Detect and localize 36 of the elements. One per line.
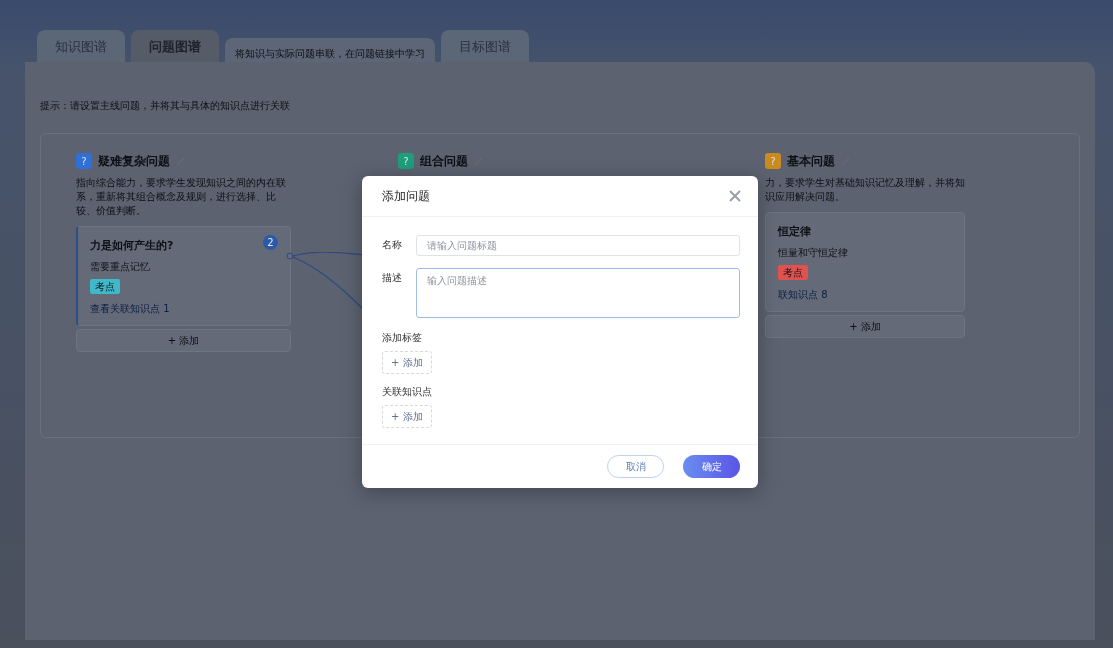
card-title: 力是如何产生的? xyxy=(90,238,174,254)
question-card[interactable]: 力是如何产生的? 需要重点记忆 考点 查看关联知识点 1 2 xyxy=(76,226,291,326)
tag: 考点 xyxy=(778,264,808,280)
question-icon: ? xyxy=(765,153,781,169)
column-description: 力，要求学生对基础知识记忆及理解，并将知识应用解决问题。 xyxy=(765,176,965,204)
add-button[interactable]: + 添加 xyxy=(382,351,432,374)
description-field[interactable]: 输入问题描述 xyxy=(416,268,740,318)
dialog-title: 添加问题 xyxy=(382,188,430,205)
tab[interactable]: 问题图谱 xyxy=(131,30,219,62)
count-badge: 2 xyxy=(263,235,278,250)
related-knowledge-link[interactable]: 查看关联知识点 1 xyxy=(90,300,170,316)
column-title: 基本问题 xyxy=(787,153,835,170)
add-button[interactable]: + 添加 xyxy=(76,328,291,352)
column-title: 组合问题 xyxy=(420,153,468,170)
field-label: 描述 xyxy=(382,271,402,285)
section-label: 关联知识点 xyxy=(382,385,433,399)
add-button[interactable]: + 添加 xyxy=(765,314,965,338)
name-field[interactable]: 请输入问题标题 xyxy=(416,235,740,256)
tab-note: 将知识与实际问题串联，在问题链接中学习 xyxy=(225,38,435,62)
field-label: 名称 xyxy=(382,238,402,252)
column-title: 疑难复杂问题 xyxy=(98,153,170,170)
column-description: 指向综合能力，要求学生发现知识之间的内在联系，重新将其组合概念及规则，进行选择、比较、价值判断。 xyxy=(76,176,287,218)
related-knowledge-link[interactable]: 联知识点 8 xyxy=(778,286,828,302)
confirm-button[interactable]: 确定 xyxy=(683,455,740,478)
question-card[interactable]: 恒定律 恒量和守恒定律 考点 联知识点 8 xyxy=(765,212,965,312)
add-button[interactable]: + 添加 xyxy=(382,405,432,428)
question-icon: ? xyxy=(76,153,92,169)
section-label: 添加标签 xyxy=(382,331,423,345)
hint-text: 提示：请设置主线问题，并将其与具体的知识点进行关联 xyxy=(40,99,291,113)
question-icon: ? xyxy=(398,153,414,169)
card-description: 需要重点记忆 xyxy=(90,259,150,274)
tag: 考点 xyxy=(90,278,120,294)
card-title: 恒定律 xyxy=(778,224,811,240)
cancel-button[interactable]: 取消 xyxy=(607,455,664,478)
close-icon[interactable] xyxy=(728,189,742,203)
card-description: 恒量和守恒定律 xyxy=(778,245,848,260)
